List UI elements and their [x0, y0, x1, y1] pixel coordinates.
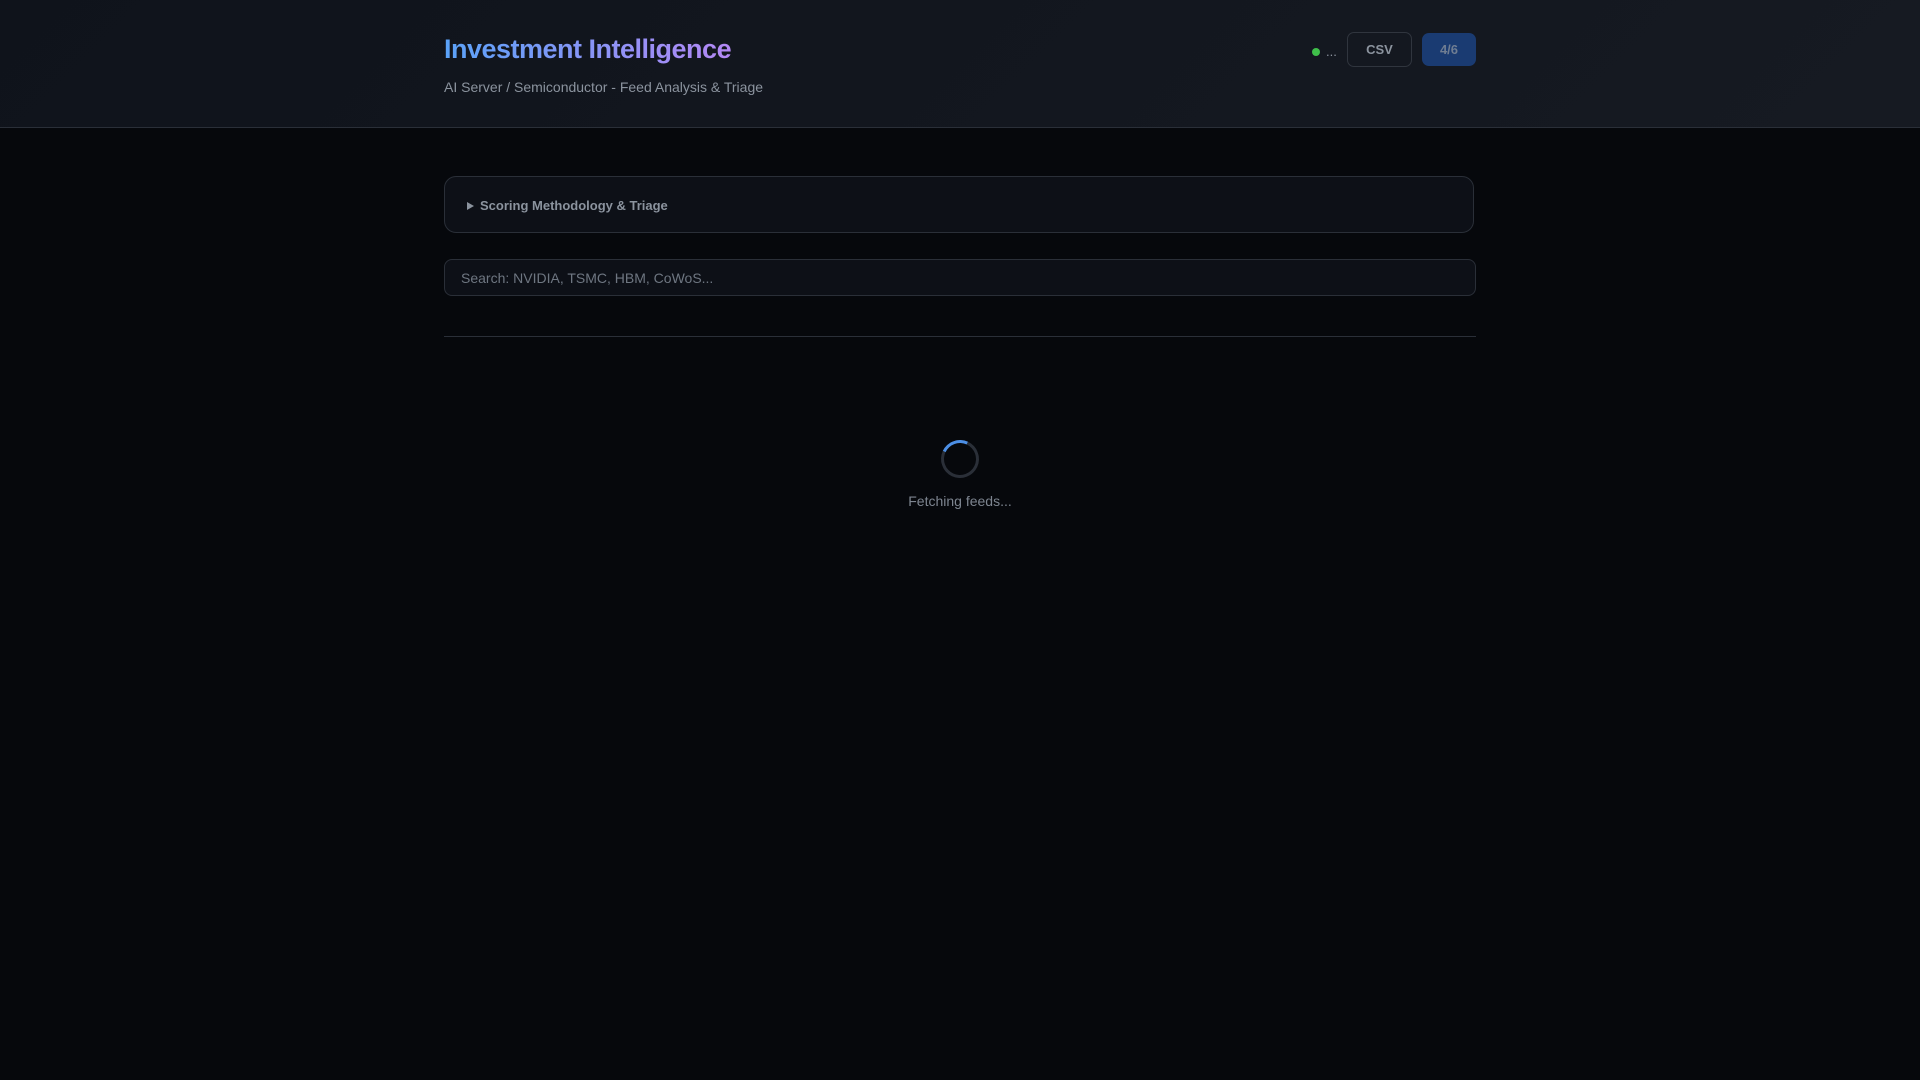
csv-export-button[interactable]: CSV	[1347, 32, 1412, 67]
loading-text: Fetching feeds...	[908, 493, 1012, 509]
scoring-methodology-label: Scoring Methodology & Triage	[480, 198, 668, 213]
loading-spinner-icon	[935, 434, 985, 484]
page-title: Investment Intelligence	[444, 34, 732, 64]
page-subtitle: AI Server / Semiconductor - Feed Analysi…	[444, 79, 764, 95]
header: Investment Intelligence AI Server / Semi…	[0, 0, 1920, 128]
search-input[interactable]	[444, 259, 1476, 296]
divider	[444, 336, 1476, 337]
status-indicator: ...	[1312, 44, 1337, 59]
scoring-methodology-toggle[interactable]: Scoring Methodology & Triage	[467, 198, 668, 213]
disclosure-triangle-icon	[467, 201, 474, 210]
scoring-methodology-panel[interactable]: Scoring Methodology & Triage	[444, 176, 1474, 233]
feed-progress-button[interactable]: 4/6	[1422, 33, 1476, 66]
status-text: ...	[1326, 44, 1337, 59]
status-dot-icon	[1312, 47, 1320, 56]
